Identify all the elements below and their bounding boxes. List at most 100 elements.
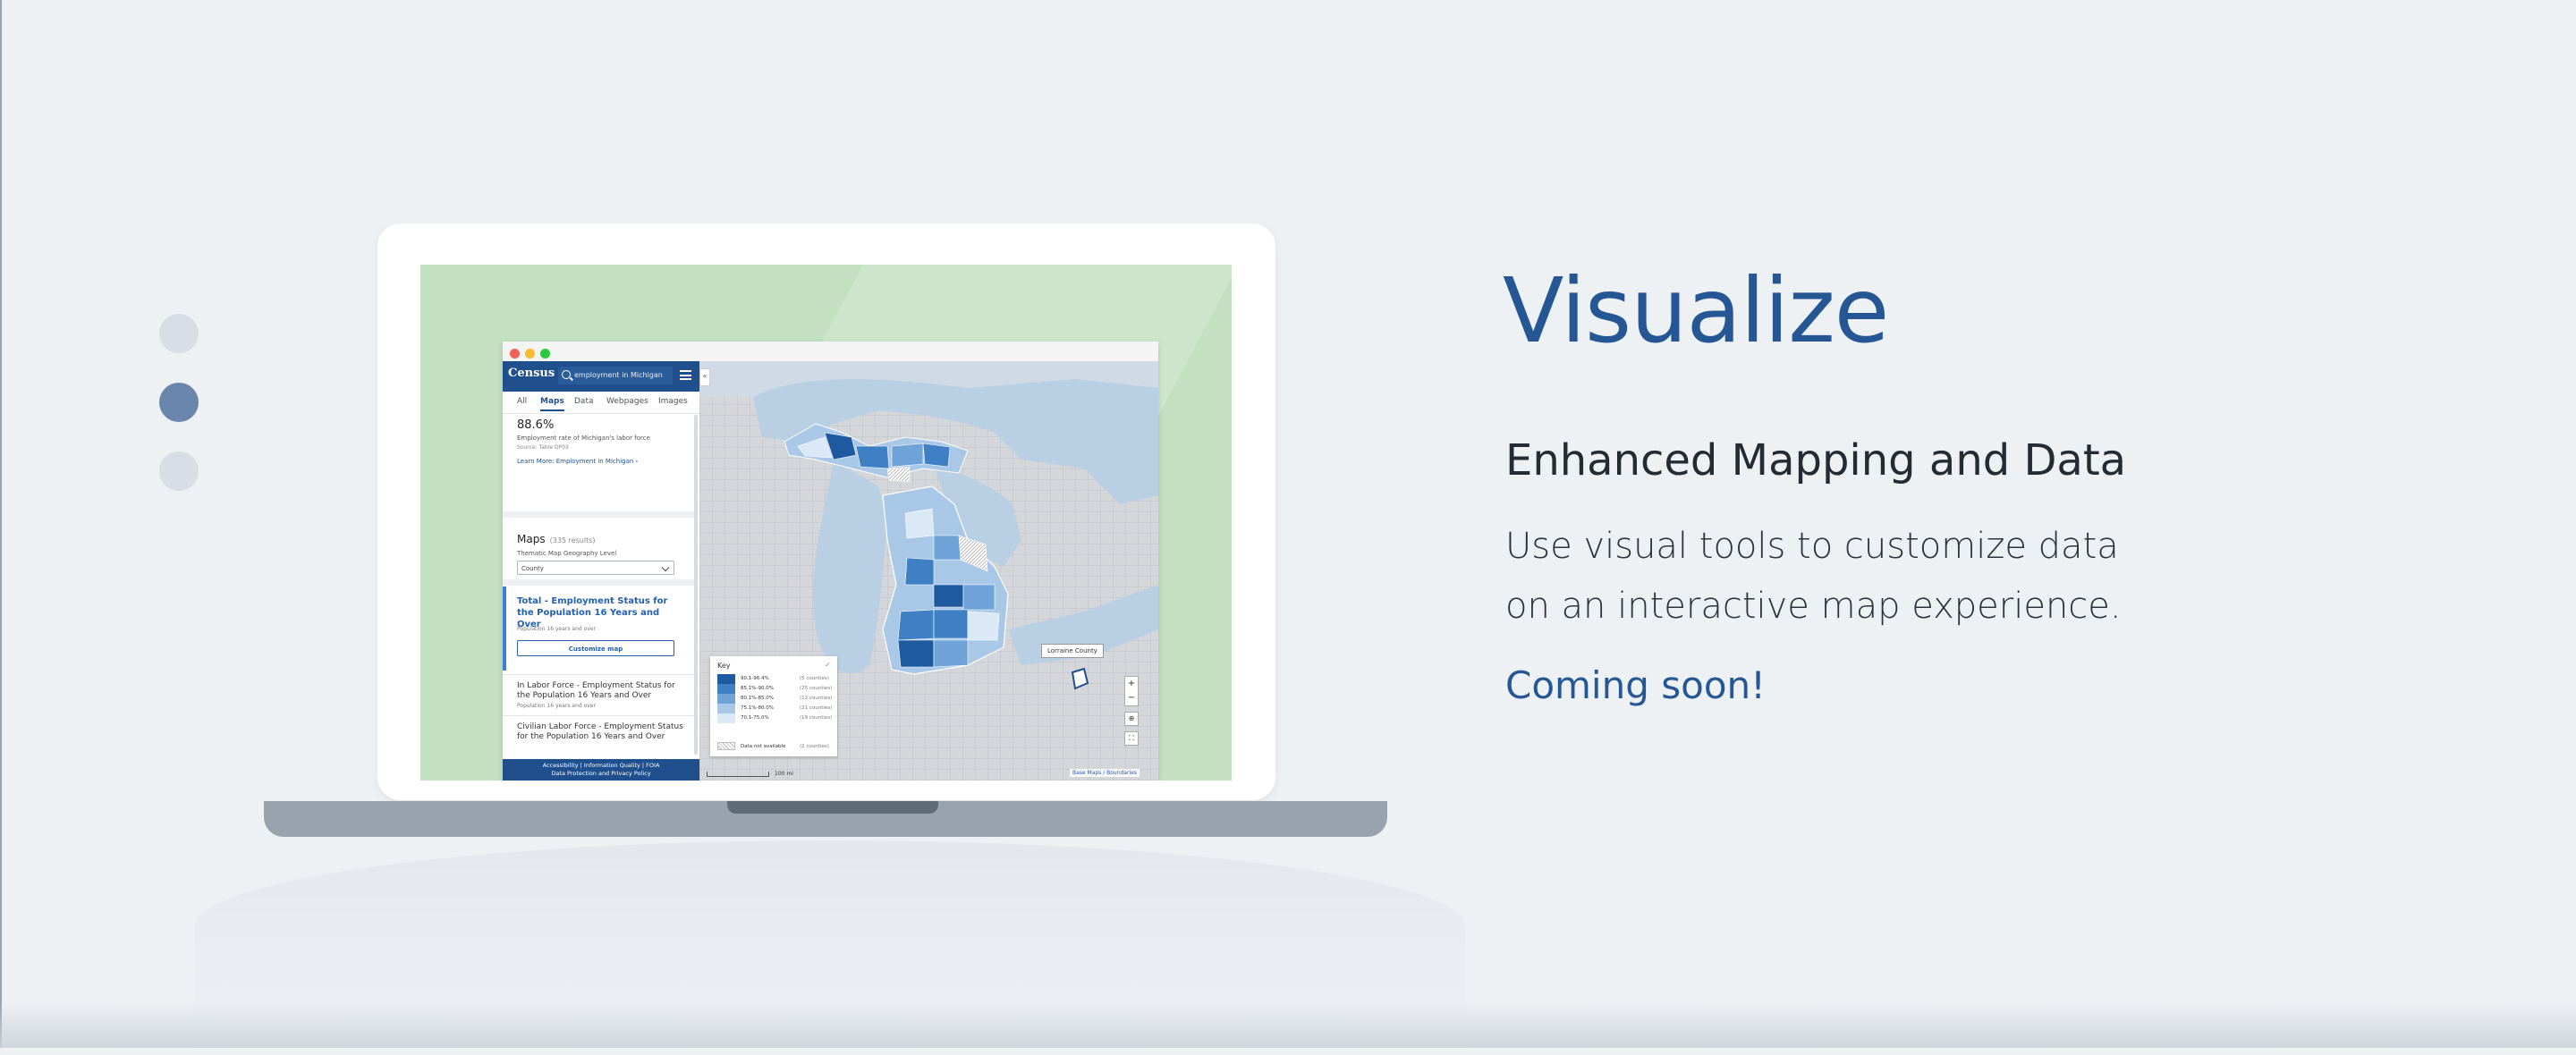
minimize-window-icon[interactable] — [525, 349, 535, 359]
legend-label: 80.1%-85.0% — [741, 696, 774, 701]
county-shade-dark — [933, 584, 964, 608]
maps-section: Maps (335 results) Thematic Map Geograph… — [517, 529, 687, 575]
legend-label: 90.1-96.4% — [741, 676, 769, 681]
body-line-2: on an interactive map experience. — [1505, 586, 2122, 627]
section-separator — [503, 579, 694, 586]
maps-title: Maps — [517, 533, 546, 545]
geo-level-value: County — [521, 565, 544, 572]
legend-na-swatch — [717, 742, 735, 750]
legend-label: 75.1%-80.0% — [741, 705, 774, 711]
browser-window: Census employment in Michigan All Maps D… — [503, 342, 1158, 781]
county-shade — [891, 443, 924, 468]
legend-collapse-icon[interactable]: ✓ — [825, 661, 831, 669]
zoom-out-button[interactable]: − — [1125, 691, 1138, 705]
legend-swatch — [717, 684, 735, 694]
stat-value: 88.6% — [517, 418, 555, 432]
locate-icon[interactable]: ⊕ — [1124, 712, 1139, 726]
results-sidebar: Census employment in Michigan All Maps D… — [503, 361, 700, 781]
county-shade — [967, 611, 1000, 641]
legend-label: 70.1-75.0% — [741, 715, 769, 721]
laptop-notch — [727, 801, 938, 814]
county-shade — [904, 508, 935, 539]
coming-soon-label: Coming soon! — [1505, 663, 1766, 707]
body-line-1: Use visual tools to customize data — [1505, 526, 2119, 567]
tab-images[interactable]: Images — [658, 397, 688, 406]
census-header: Census employment in Michigan — [503, 361, 699, 392]
county-shade — [933, 609, 969, 639]
carousel-dot-2-active[interactable] — [159, 383, 199, 422]
legend-title: Key — [717, 662, 731, 670]
legend-na-label: Data not available — [741, 744, 786, 749]
county-shade — [897, 609, 935, 641]
basemap-link[interactable]: Base Maps / Boundaries — [1070, 769, 1140, 777]
learn-more-label: Learn More: Employment in Michigan — [517, 458, 634, 465]
divider — [503, 674, 694, 675]
result-2-title[interactable]: In Labor Force - Employment Status for t… — [517, 681, 687, 701]
legend-na-count: (2 counties) — [800, 744, 829, 749]
county-shade — [855, 445, 890, 469]
legend-count: (12 counties) — [800, 696, 833, 701]
scale-bar — [707, 772, 769, 777]
legend-swatch — [717, 704, 735, 713]
legend-label: 85.1%-90.0% — [741, 686, 774, 691]
hamburger-menu-icon[interactable] — [680, 370, 691, 380]
map-view[interactable]: « Lorraine County Key ✓ 90.1-96.4% (5 cou… — [699, 361, 1158, 781]
carousel-dot-1[interactable] — [159, 314, 199, 353]
stat-source[interactable]: Source: Table DP03 — [517, 444, 687, 451]
chevron-down-icon — [661, 563, 670, 572]
tab-all[interactable]: All — [517, 397, 527, 406]
carousel-dot-3[interactable] — [159, 452, 199, 491]
county-shade — [933, 639, 969, 668]
scale-label: 100 mi — [775, 771, 793, 777]
search-value: employment in Michigan — [574, 371, 663, 379]
county-no-data — [886, 466, 911, 483]
legend-count: (19 counties) — [800, 715, 833, 721]
geo-level-select[interactable]: County — [517, 561, 674, 575]
customize-map-button[interactable]: Customize map — [517, 640, 674, 656]
sidebar-scrollbar[interactable] — [694, 415, 698, 755]
legend-swatch — [717, 674, 735, 684]
maps-count: (335 results) — [549, 536, 596, 544]
footer-privacy-link[interactable]: Data Protection and Privacy Policy — [503, 770, 699, 778]
learn-more-link[interactable]: Learn More: Employment in Michigan › — [517, 458, 687, 465]
body-text: Use visual tools to customize data on an… — [1505, 517, 2167, 637]
fullscreen-icon[interactable]: ⛶ — [1124, 731, 1139, 746]
result-tabs: All Maps Data Webpages Images — [503, 392, 699, 414]
legend-count: (21 counties) — [800, 705, 833, 711]
legend-count: (25 counties) — [800, 686, 833, 691]
search-input[interactable]: employment in Michigan — [558, 367, 673, 384]
divider — [503, 715, 694, 716]
tab-data[interactable]: Data — [574, 397, 594, 406]
stat-card: 88.6% Employment rate of Michigan's labo… — [517, 418, 687, 465]
county-shade — [962, 584, 996, 611]
county-shade — [904, 557, 935, 586]
tab-maps[interactable]: Maps — [540, 397, 564, 411]
zoom-in-button[interactable]: + — [1125, 677, 1138, 691]
close-window-icon[interactable] — [510, 349, 520, 359]
headline: Visualize — [1503, 258, 1889, 363]
footer-links[interactable]: Accessibility | Information Quality | FO… — [503, 762, 699, 770]
bottom-fade — [0, 1001, 2576, 1048]
result-3-title[interactable]: Civilian Labor Force - Employment Status… — [517, 722, 687, 742]
search-icon — [562, 370, 571, 379]
subheadline: Enhanced Mapping and Data — [1505, 435, 2127, 485]
result-2-subtitle: Population 16 years and over — [517, 703, 596, 709]
legend-swatch — [717, 694, 735, 704]
result-1-subtitle: Population 16 years and over — [517, 626, 596, 632]
maximize-window-icon[interactable] — [540, 349, 550, 359]
county-shade — [933, 535, 962, 561]
collapse-sidebar-button[interactable]: « — [699, 368, 710, 386]
section-separator — [503, 511, 694, 518]
stat-description: Employment rate of Michigan's labor forc… — [517, 435, 650, 442]
tab-webpages[interactable]: Webpages — [606, 397, 648, 406]
browser-titlebar — [503, 342, 1158, 361]
geo-level-label: Thematic Map Geography Level — [517, 550, 617, 557]
laptop-screen: Census employment in Michigan All Maps D… — [420, 265, 1232, 781]
zoom-control: + − — [1124, 676, 1139, 706]
census-logo[interactable]: Census — [508, 367, 555, 380]
county-shade — [922, 443, 951, 468]
legend-count: (5 counties) — [800, 676, 829, 681]
county-tooltip: Lorraine County — [1041, 644, 1104, 658]
legend-swatch — [717, 713, 735, 723]
county-shade-dark — [897, 639, 935, 668]
